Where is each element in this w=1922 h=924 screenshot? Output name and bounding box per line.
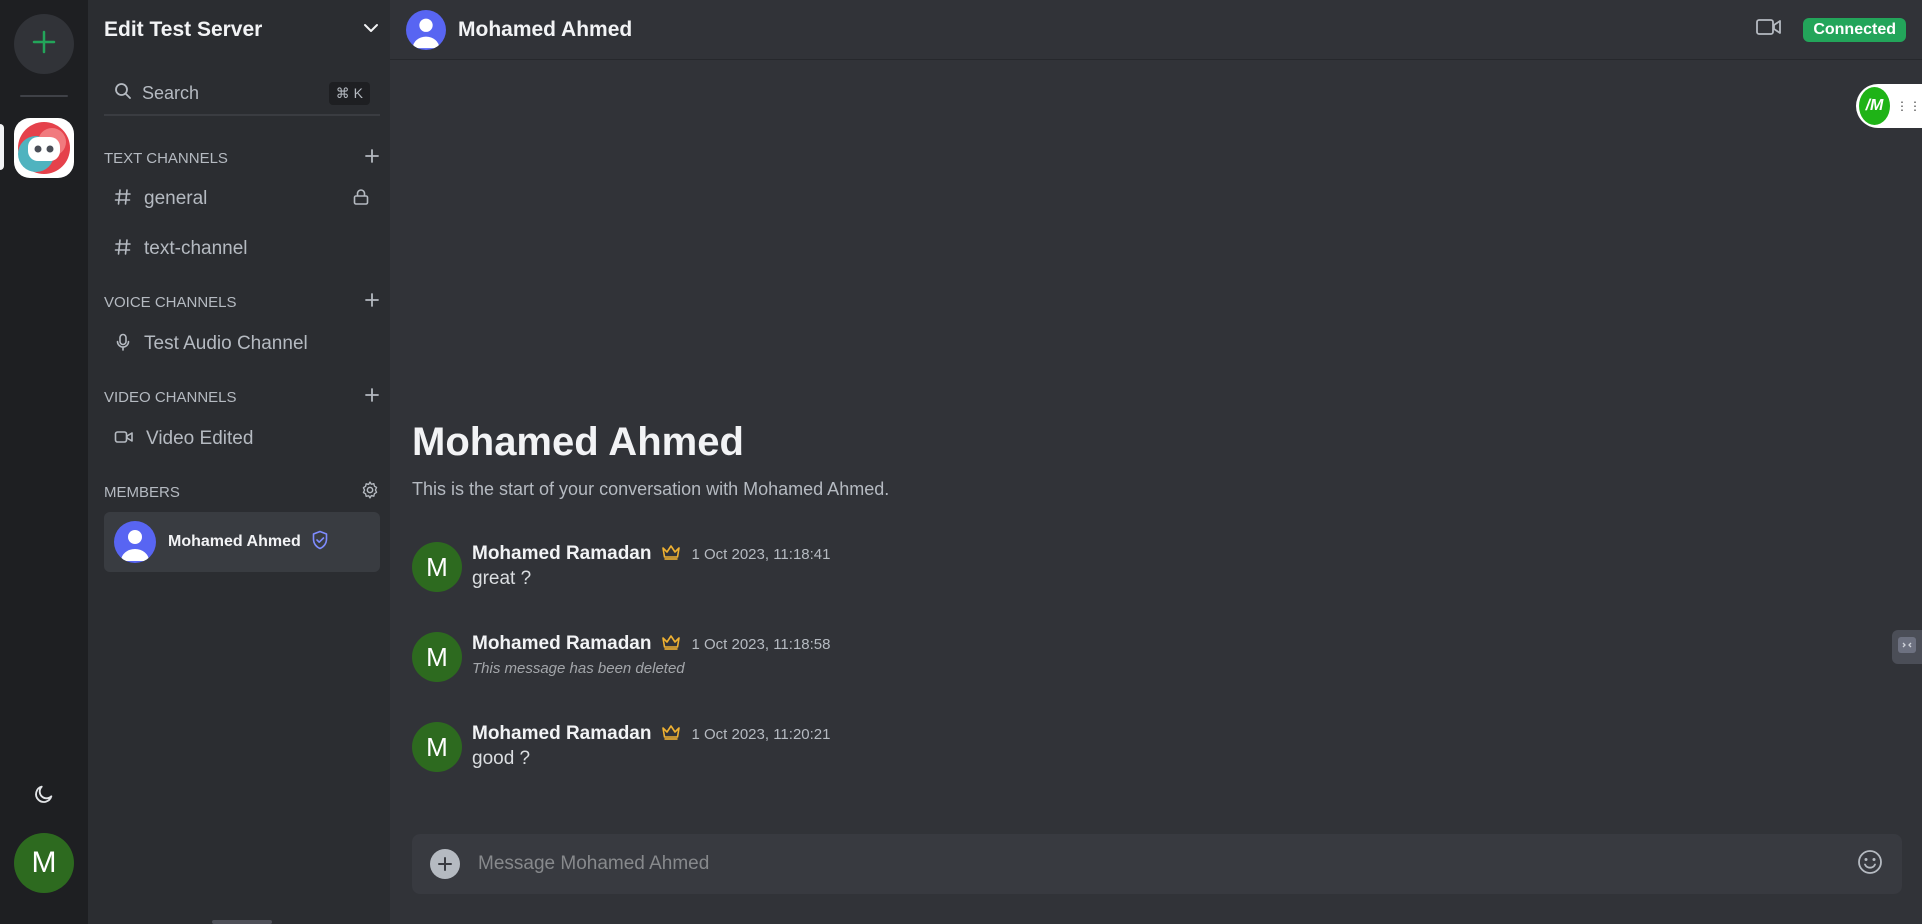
message-author[interactable]: Mohamed Ramadan — [472, 723, 651, 745]
add-server-button[interactable] — [14, 14, 74, 74]
connection-status-badge: Connected — [1803, 17, 1906, 42]
video-icon — [114, 428, 134, 451]
message-author[interactable]: Mohamed Ramadan — [472, 633, 651, 655]
add-voice-channel-icon[interactable] — [364, 292, 380, 312]
welcome-subtitle: This is the start of your conversation w… — [412, 479, 890, 499]
conversation-welcome: Mohamed Ahmed This is the start of your … — [412, 420, 889, 500]
message-author[interactable]: Mohamed Ramadan — [472, 543, 651, 565]
message-text: good ? — [472, 748, 531, 769]
drag-handle-icon[interactable]: ⋮⋮ — [1896, 99, 1922, 113]
message-item[interactable]: M Mohamed Ramadan 1 Oct 2023, 11:20:21 g… — [412, 722, 1922, 782]
crown-icon — [661, 724, 681, 745]
current-user-avatar[interactable]: M — [14, 833, 74, 893]
channel-name: text-channel — [144, 238, 248, 259]
conversation-title: Mohamed Ahmed — [458, 17, 633, 41]
section-text-channels: TEXT CHANNELS — [104, 146, 380, 170]
member-item[interactable]: Mohamed Ahmed — [104, 512, 380, 572]
plus-icon — [438, 857, 452, 871]
channel-name: Video Edited — [146, 428, 254, 449]
avatar: M — [412, 632, 462, 682]
add-text-channel-icon[interactable] — [364, 148, 380, 168]
section-title: VOICE CHANNELS — [104, 293, 237, 311]
channel-video-edited[interactable]: Video Edited — [104, 419, 380, 459]
theme-toggle-button[interactable] — [24, 776, 64, 816]
message-composer: Message Mohamed Ahmed — [412, 834, 1902, 894]
message-timestamp: 1 Oct 2023, 11:18:41 — [691, 545, 831, 563]
section-title: TEXT CHANNELS — [104, 149, 228, 167]
shield-check-icon — [311, 530, 329, 555]
section-title: VIDEO CHANNELS — [104, 388, 237, 406]
search-button[interactable]: Search ⌘ K — [104, 72, 380, 116]
server-name: Edit Test Server — [104, 18, 263, 41]
extension-logo: /M — [1859, 87, 1890, 125]
app-window: M Edit Test Server Search ⌘ K TEXT CHANN… — [0, 0, 1922, 924]
video-call-icon[interactable] — [1755, 16, 1783, 43]
hash-icon — [114, 188, 132, 211]
avatar — [406, 9, 446, 50]
gear-icon[interactable] — [360, 480, 380, 504]
server-header[interactable]: Edit Test Server — [104, 0, 380, 60]
message-meta: Mohamed Ramadan 1 Oct 2023, 11:18:41 — [472, 542, 830, 566]
search-icon — [114, 82, 132, 105]
message-text: great ? — [472, 568, 532, 589]
crown-icon — [661, 544, 681, 565]
welcome-title: Mohamed Ahmed — [412, 420, 744, 464]
message-input[interactable]: Message Mohamed Ahmed — [478, 853, 1856, 875]
message-body: Mohamed Ramadan 1 Oct 2023, 11:18:41 gre… — [472, 542, 830, 602]
channel-name: Test Audio Channel — [144, 333, 308, 354]
user-silhouette-icon — [412, 18, 440, 48]
emoji-icon[interactable] — [1856, 848, 1884, 881]
sidebar-scrollbar[interactable] — [212, 920, 272, 924]
message-timestamp: 1 Oct 2023, 11:20:21 — [691, 725, 831, 743]
channel-test-audio[interactable]: Test Audio Channel — [104, 324, 380, 364]
plus-icon — [31, 29, 57, 60]
message-body: Mohamed Ramadan 1 Oct 2023, 11:20:21 goo… — [472, 722, 830, 782]
moon-icon — [33, 783, 55, 810]
rail-divider — [20, 95, 68, 97]
chevron-down-icon — [362, 19, 380, 42]
message-body: Mohamed Ramadan 1 Oct 2023, 11:18:58 Thi… — [472, 632, 830, 692]
conversation-header: Mohamed Ahmed Connected — [390, 0, 1922, 60]
message-item[interactable]: M Mohamed Ramadan 1 Oct 2023, 11:18:58 T… — [412, 632, 1922, 692]
avatar: M — [412, 722, 462, 772]
avatar — [114, 521, 156, 563]
active-server-indicator — [0, 124, 4, 170]
search-label: Search — [142, 82, 200, 103]
member-name: Mohamed Ahmed — [168, 533, 301, 550]
deleted-message-text: This message has been deleted — [472, 660, 685, 677]
user-silhouette-icon — [121, 530, 149, 561]
mic-icon — [114, 333, 132, 356]
channel-name: general — [144, 188, 208, 209]
search-shortcut: ⌘ K — [328, 81, 370, 105]
conversation-panel: Mohamed Ahmed Connected /M ⋮⋮ Mohamed Ah… — [390, 0, 1922, 924]
server-rail: M — [0, 0, 88, 924]
message-meta: Mohamed Ramadan 1 Oct 2023, 11:18:58 — [472, 632, 830, 656]
message-item[interactable]: M Mohamed Ramadan 1 Oct 2023, 11:18:41 g… — [412, 542, 1922, 602]
section-members: MEMBERS — [104, 480, 380, 504]
discord-logo-icon — [18, 122, 70, 174]
message-meta: Mohamed Ramadan 1 Oct 2023, 11:20:21 — [472, 722, 830, 746]
section-voice-channels: VOICE CHANNELS — [104, 290, 380, 314]
section-title: MEMBERS — [104, 483, 180, 501]
lock-icon — [352, 188, 370, 211]
channel-text-channel[interactable]: text-channel — [104, 229, 380, 269]
section-video-channels: VIDEO CHANNELS — [104, 385, 380, 409]
avatar: M — [412, 542, 462, 592]
add-video-channel-icon[interactable] — [364, 387, 380, 407]
floating-extension-widget[interactable]: /M ⋮⋮ — [1856, 84, 1922, 128]
message-timestamp: 1 Oct 2023, 11:18:58 — [691, 635, 831, 653]
crown-icon — [661, 634, 681, 655]
server-icon-edit-test-server[interactable] — [14, 118, 74, 178]
hash-icon — [114, 238, 132, 261]
attach-button[interactable] — [430, 849, 460, 879]
channel-sidebar: Edit Test Server Search ⌘ K TEXT CHANNEL… — [88, 0, 390, 924]
channel-general[interactable]: general — [104, 179, 380, 219]
